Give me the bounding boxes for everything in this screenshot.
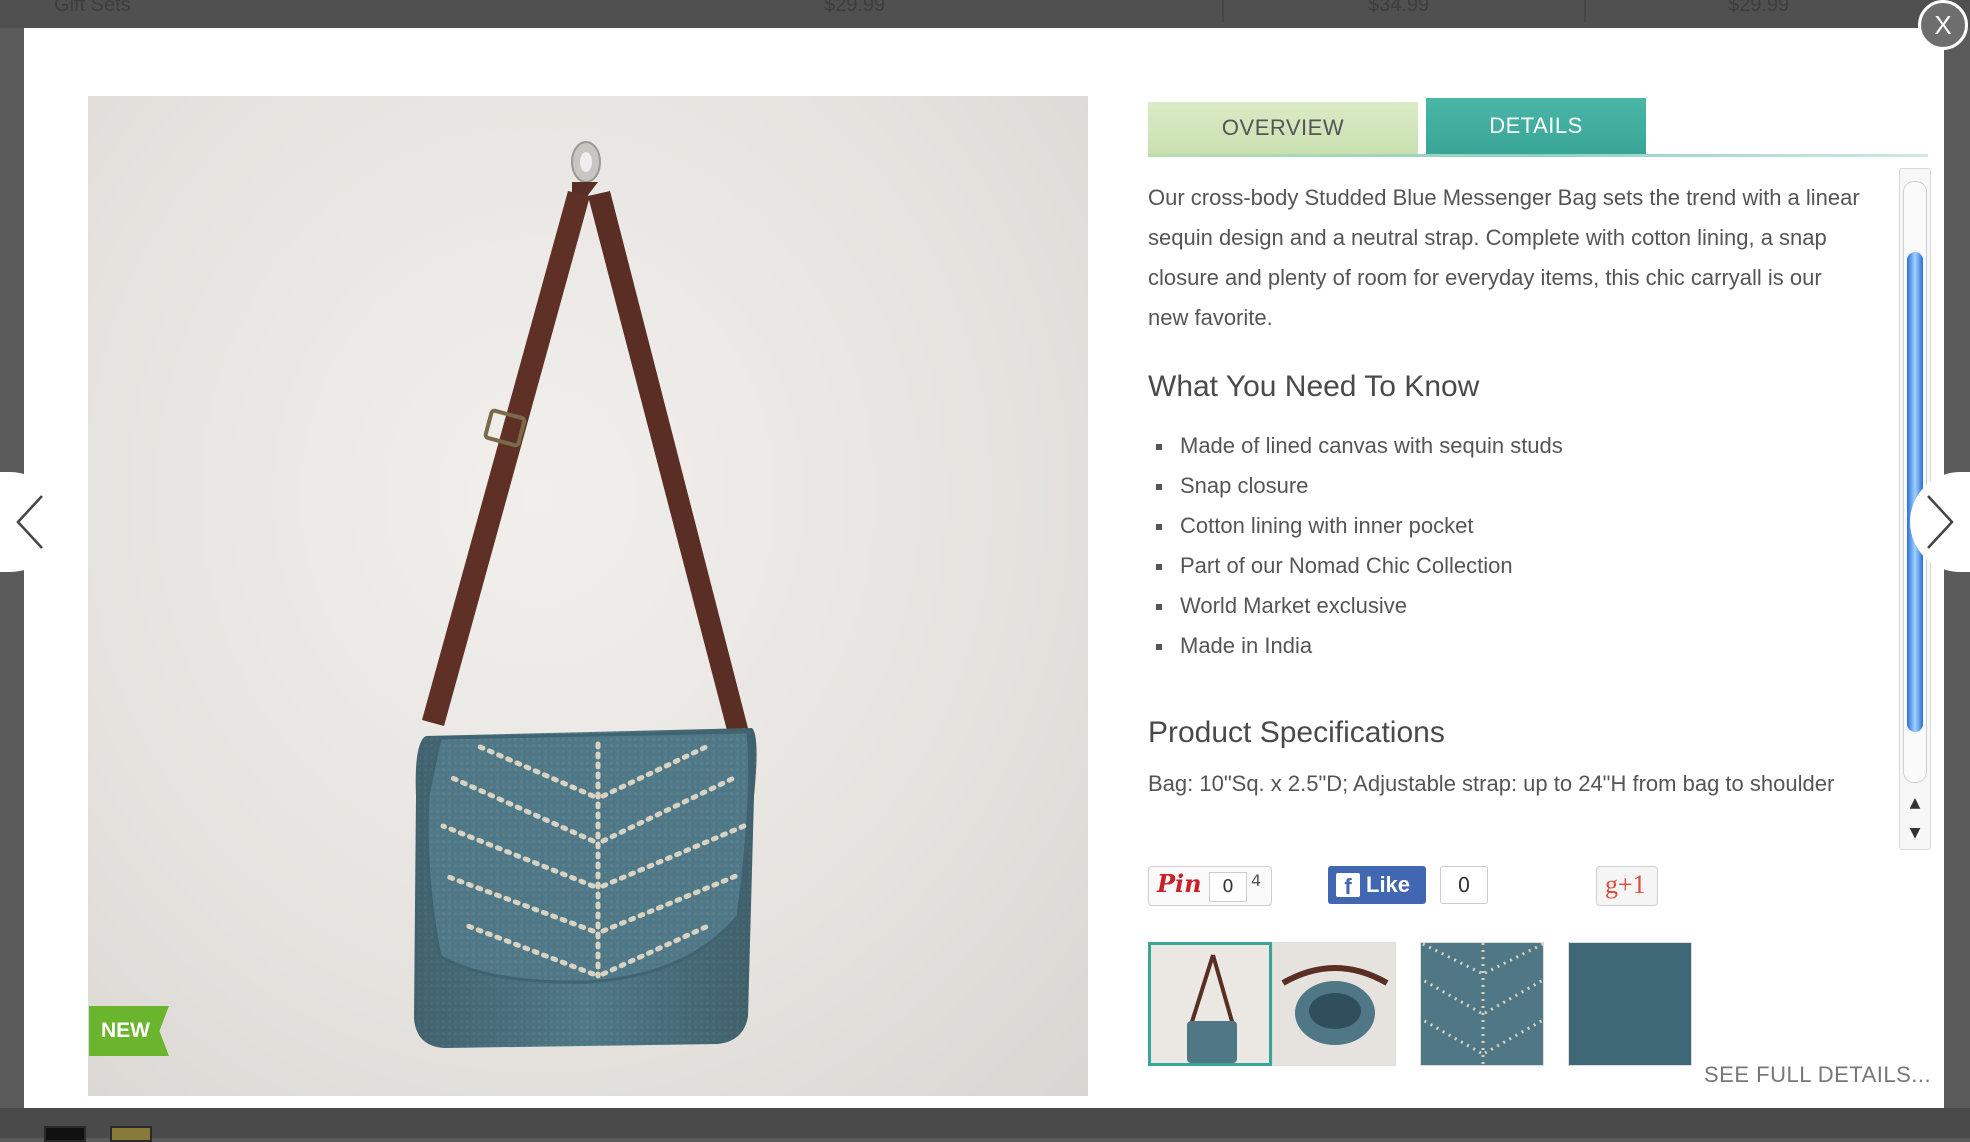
- facebook-like-widget: f Like 0: [1328, 866, 1488, 904]
- spec-heading: Product Specifications: [1148, 716, 1445, 749]
- google-plus-button[interactable]: g+1: [1596, 866, 1658, 906]
- bg-color-swatch: [110, 1126, 152, 1142]
- bg-category-label: Gift Sets: [54, 0, 131, 16]
- product-image: [88, 96, 1088, 1096]
- thumbnail-bag-front[interactable]: [1148, 942, 1272, 1066]
- list-item: World Market exclusive: [1148, 586, 1563, 626]
- google-plus-icon: g+1: [1605, 870, 1646, 899]
- bg-price-label: $29.99: [1728, 0, 1790, 16]
- new-badge: NEW: [89, 1006, 169, 1056]
- tab-underline: [1148, 154, 1928, 157]
- list-item: Part of our Nomad Chic Collection: [1148, 546, 1563, 586]
- facebook-icon: f: [1336, 873, 1360, 899]
- pinterest-count-small: 4: [1251, 871, 1262, 890]
- chevron-right-icon: [1927, 495, 1954, 549]
- facebook-like-count: 0: [1440, 866, 1488, 904]
- close-button[interactable]: X: [1918, 0, 1968, 50]
- thumbnail-sequin-detail[interactable]: [1420, 942, 1544, 1066]
- details-content: Our cross-body Studded Blue Messenger Ba…: [1148, 178, 1868, 796]
- list-item: Cotton lining with inner pocket: [1148, 506, 1563, 546]
- tab-overview[interactable]: OVERVIEW: [1148, 102, 1418, 154]
- scroll-down-icon[interactable]: ▼: [1900, 819, 1930, 847]
- see-full-details-link[interactable]: SEE FULL DETAILS...: [1704, 1062, 1931, 1088]
- thumbnail-bag-interior[interactable]: [1272, 942, 1396, 1066]
- thumbnail-fabric-swatch[interactable]: [1568, 942, 1692, 1066]
- product-description: Our cross-body Studded Blue Messenger Ba…: [1148, 185, 1860, 330]
- background-footer: [0, 1108, 1970, 1138]
- facebook-like-label: Like: [1366, 872, 1411, 897]
- bg-color-swatch: [44, 1126, 86, 1142]
- bg-divider: [1584, 0, 1586, 22]
- spec-text: Bag: 10"Sq. x 2.5"D; Adjustable strap: u…: [1148, 771, 1835, 796]
- scroll-up-icon[interactable]: ▲: [1900, 789, 1930, 817]
- facebook-like-button[interactable]: f Like: [1328, 866, 1426, 904]
- know-heading: What You Need To Know: [1148, 370, 1480, 403]
- features-list: Made of lined canvas with sequin studs S…: [1148, 426, 1563, 666]
- quickview-modal: NEW OVERVIEW DETAILS Our cross-body Stud…: [24, 28, 1944, 1108]
- pinterest-count: 0: [1209, 872, 1247, 902]
- chevron-left-icon: [16, 495, 43, 549]
- list-item: Made in India: [1148, 626, 1563, 666]
- list-item: Made of lined canvas with sequin studs: [1148, 426, 1563, 466]
- tab-bar: OVERVIEW DETAILS: [1148, 98, 1928, 157]
- bag-illustration: [414, 141, 757, 1048]
- bg-price-label: $34.99: [1368, 0, 1430, 16]
- pinterest-button[interactable]: Pin it 0 4: [1148, 866, 1272, 906]
- tab-details[interactable]: DETAILS: [1426, 98, 1646, 154]
- bg-price-label: $29.99: [824, 0, 886, 16]
- scroll-track[interactable]: [1903, 181, 1927, 783]
- bg-divider: [1222, 0, 1224, 22]
- background-header: Gift Sets $29.99 $34.99 $29.99: [0, 0, 1970, 28]
- list-item: Snap closure: [1148, 466, 1563, 506]
